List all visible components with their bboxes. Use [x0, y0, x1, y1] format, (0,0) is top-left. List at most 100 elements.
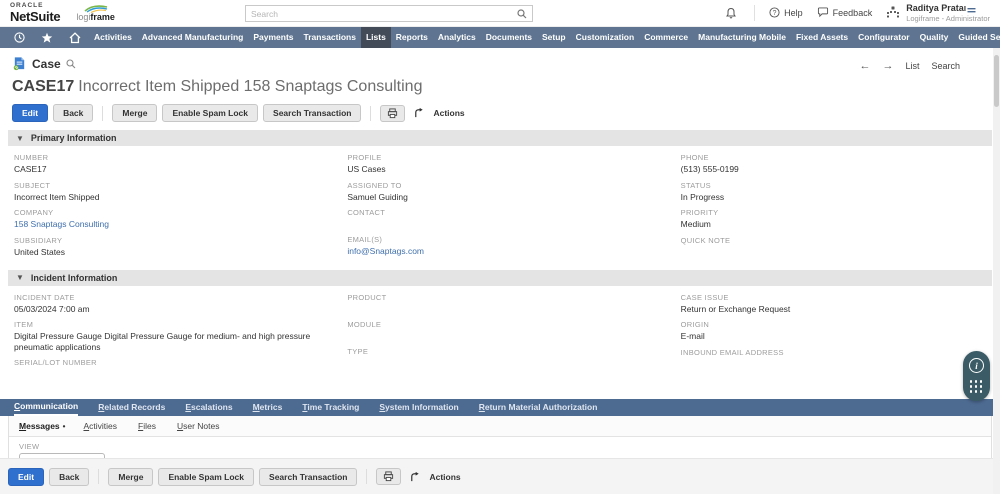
nav-item[interactable]: Analytics [433, 27, 481, 48]
nav-item[interactable]: Quality [915, 27, 954, 48]
record-tab[interactable]: Escalations [185, 400, 232, 415]
field-value: United States [14, 247, 319, 258]
nav-item[interactable]: Manufacturing Mobile [693, 27, 791, 48]
enable-spam-lock-button-bottom[interactable]: Enable Spam Lock [158, 468, 254, 486]
incident-info-col1: INCIDENT DATE 05/03/2024 7:00 am ITEM Di… [14, 293, 319, 386]
record-tab[interactable]: System Information [379, 400, 458, 415]
field-label: EMAIL(S) [347, 235, 652, 244]
field-label: SUBSIDIARY [14, 236, 319, 245]
notification-bell-icon[interactable] [722, 5, 740, 21]
page-header: Case ← → List Search CASE17Incorrect Ite… [0, 48, 1000, 96]
nav-item[interactable]: Payments [248, 27, 298, 48]
nav-item[interactable]: Setup [537, 27, 571, 48]
field: COMPANY 158 Snaptags Consulting [14, 208, 319, 230]
nav-item[interactable]: Transactions [299, 27, 361, 48]
field-value [347, 331, 652, 341]
search-transaction-button[interactable]: Search Transaction [263, 104, 361, 122]
nav-item[interactable]: Lists [361, 27, 391, 48]
field-label: PRIORITY [681, 208, 986, 217]
search-transaction-button-bottom[interactable]: Search Transaction [259, 468, 357, 486]
messages-subtab[interactable]: Files [138, 421, 159, 431]
view-label: VIEW [19, 442, 981, 451]
divider [366, 469, 367, 484]
global-search-input[interactable] [251, 9, 517, 19]
info-icon[interactable]: i [969, 358, 984, 373]
record-tab[interactable]: Return Material Authorization [479, 400, 598, 415]
primary-information-header[interactable]: ▼ Primary Information [8, 130, 992, 146]
tab-list-icon[interactable] [965, 3, 978, 21]
field-value [347, 304, 652, 314]
field: PRIORITY Medium [681, 208, 986, 230]
nav-item[interactable]: Documents [481, 27, 537, 48]
record-tab[interactable]: Metrics [253, 400, 283, 415]
record-tab[interactable]: Communication [14, 399, 78, 416]
search-link[interactable]: Search [931, 61, 960, 71]
nav-item[interactable]: Activities [89, 27, 137, 48]
field-value: (513) 555-0199 [681, 164, 986, 175]
field-label: QUICK NOTE [681, 236, 986, 245]
actions-arrow-icon[interactable] [406, 469, 424, 485]
scrollbar-thumb[interactable] [994, 55, 999, 107]
back-button-bottom[interactable]: Back [49, 468, 89, 486]
actions-menu-bottom[interactable]: Actions [429, 472, 460, 482]
incident-information-section: ▼ Incident Information INCIDENT DATE 05/… [8, 270, 992, 388]
nav-item[interactable]: Reports [391, 27, 433, 48]
help-button[interactable]: ? Help [769, 7, 803, 18]
recents-icon[interactable] [6, 27, 33, 48]
case-title-text: Incorrect Item Shipped 158 Snaptags Cons… [78, 78, 422, 95]
nav-item[interactable]: Fixed Assets [791, 27, 853, 48]
record-type-label: Case [32, 57, 61, 71]
messages-subtab[interactable]: Messages• [19, 421, 65, 431]
field: ORIGIN E-mail [681, 320, 986, 342]
messages-subtab[interactable]: Activities [83, 421, 120, 431]
case-number: CASE17 [12, 78, 74, 95]
nav-item[interactable]: Configurator [853, 27, 914, 48]
merge-button[interactable]: Merge [112, 104, 157, 122]
field-label: ORIGIN [681, 320, 986, 329]
edit-button[interactable]: Edit [12, 104, 48, 122]
field: CONTACT [347, 208, 652, 229]
nav-item[interactable]: Commerce [639, 27, 693, 48]
next-record-arrow[interactable]: → [882, 60, 893, 72]
enable-spam-lock-button[interactable]: Enable Spam Lock [162, 104, 258, 122]
field: SUBSIDIARY United States [14, 236, 319, 258]
field-label: PROFILE [347, 153, 652, 162]
field-value: Return or Exchange Request [681, 304, 986, 315]
divider [98, 469, 99, 484]
messages-subtab[interactable]: User Notes [177, 421, 223, 431]
actions-arrow-icon[interactable] [410, 105, 428, 121]
search-icon[interactable] [517, 9, 527, 19]
record-tab[interactable]: Time Tracking [302, 400, 359, 415]
nav-item[interactable]: Advanced Manufacturing [137, 27, 249, 48]
chevron-down-icon: ▼ [16, 273, 24, 282]
field-label: TYPE [347, 347, 652, 356]
feedback-button[interactable]: Feedback [817, 7, 873, 18]
list-link[interactable]: List [905, 61, 919, 71]
field: CASE ISSUE Return or Exchange Request [681, 293, 986, 315]
record-search-icon[interactable] [66, 59, 76, 69]
back-button[interactable]: Back [53, 104, 93, 122]
print-icon [387, 108, 398, 119]
actions-menu[interactable]: Actions [433, 108, 464, 118]
edit-button-bottom[interactable]: Edit [8, 468, 44, 486]
print-button-bottom[interactable] [376, 468, 401, 485]
nav-item[interactable]: Guided Selling [953, 27, 1000, 48]
merge-button-bottom[interactable]: Merge [108, 468, 153, 486]
divider [754, 5, 755, 21]
nav-item[interactable]: Customization [571, 27, 640, 48]
home-icon[interactable] [61, 27, 89, 48]
shortcuts-grid-icon[interactable] [970, 380, 984, 394]
shortcuts-star-icon[interactable] [33, 27, 61, 48]
field-label: SUBJECT [14, 181, 319, 190]
messages-subtab-bar: Messages• Activities Files User Notes [9, 416, 991, 437]
field-label: NUMBER [14, 153, 319, 162]
field-label: ASSIGNED TO [347, 181, 652, 190]
global-search [245, 5, 533, 22]
record-tab[interactable]: Related Records [98, 400, 165, 415]
incident-information-header[interactable]: ▼ Incident Information [8, 270, 992, 286]
field-value: E-mail [681, 331, 986, 342]
field-label: ITEM [14, 320, 319, 329]
divider [370, 106, 371, 121]
print-button[interactable] [380, 105, 405, 122]
previous-record-arrow[interactable]: ← [859, 60, 870, 72]
